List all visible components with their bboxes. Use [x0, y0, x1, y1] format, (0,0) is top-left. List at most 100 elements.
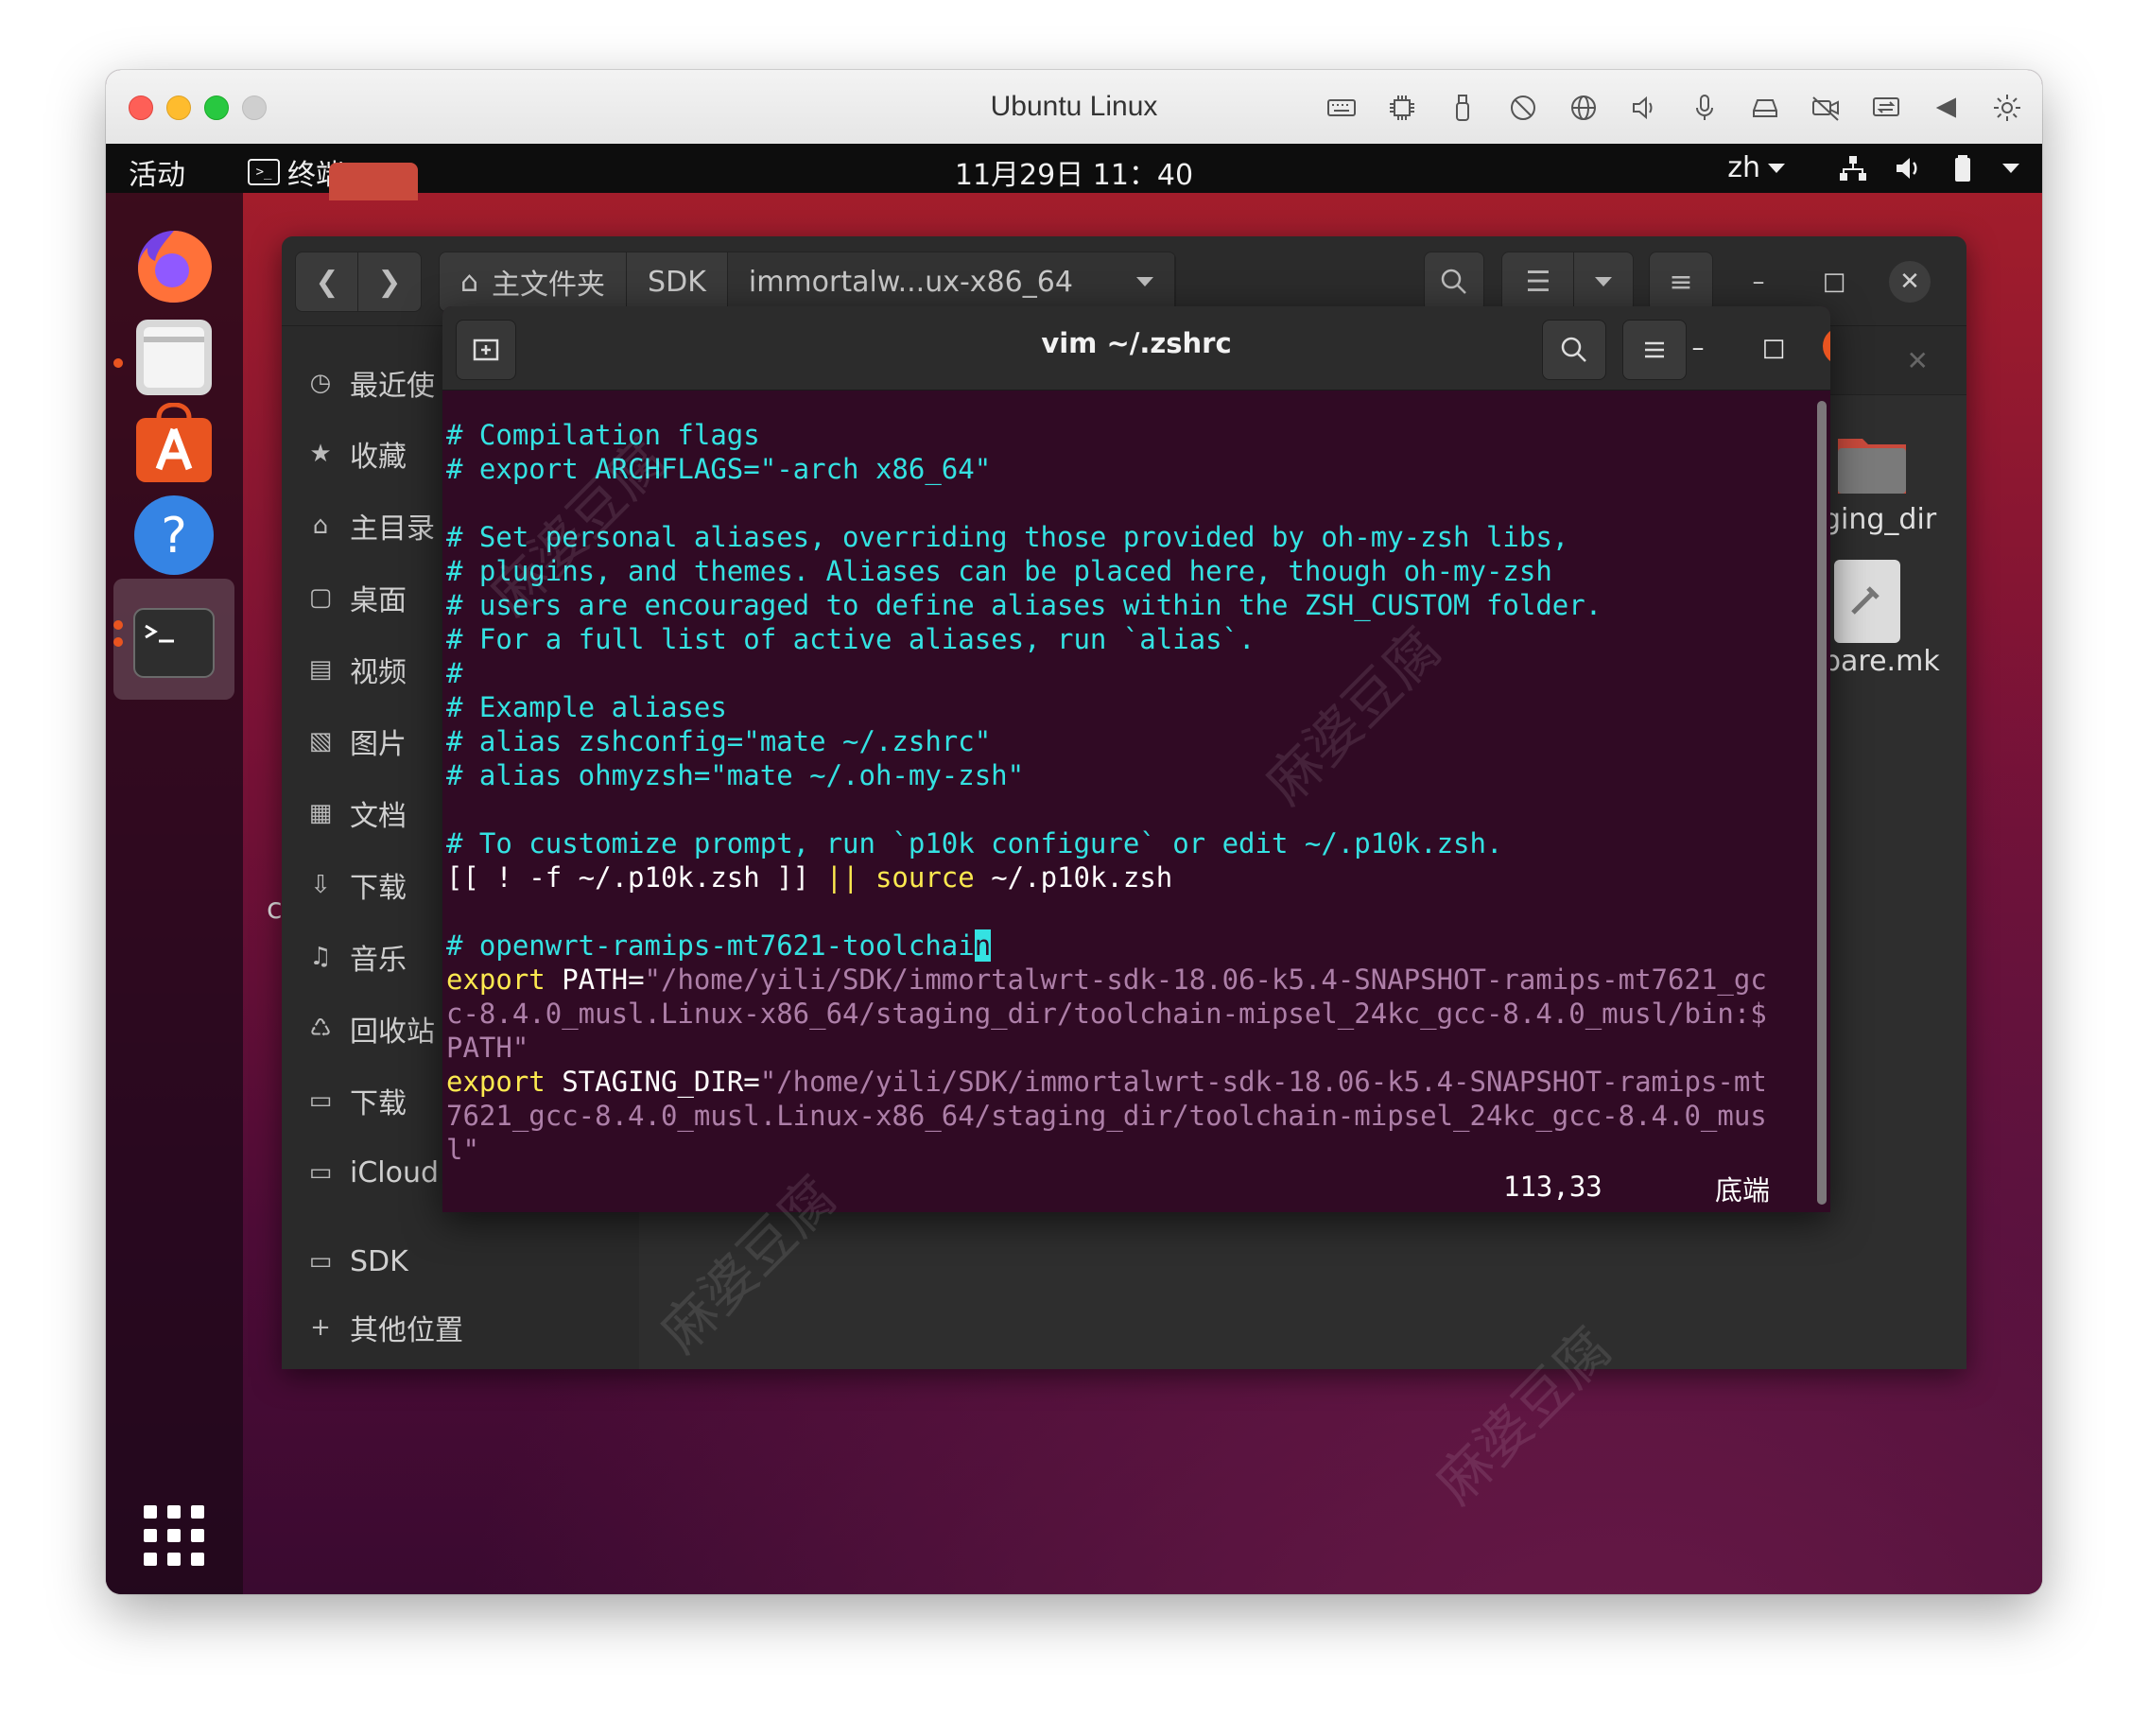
input-method-menu[interactable]: zh	[1727, 151, 1785, 184]
code-token: source	[875, 861, 975, 894]
code-token: "/home/yili/SDK/immortalwrt-sdk-18.06-k5…	[759, 1066, 1767, 1098]
code-token: #	[446, 657, 463, 689]
sidebar-item-label: SDK	[350, 1244, 408, 1278]
svg-text:?: ?	[161, 508, 187, 564]
show-apps-icon[interactable]	[144, 1505, 204, 1566]
back-button[interactable]: ❮	[295, 252, 359, 312]
back-arrow-icon[interactable]	[1925, 87, 1968, 129]
vim-line: export PATH="/home/yili/SDK/immortalwrt-…	[446, 963, 1830, 997]
terminal-search-button[interactable]	[1542, 320, 1606, 380]
desktop-folder-icon[interactable]	[329, 163, 418, 200]
volume-icon	[1897, 158, 1917, 179]
folder-icon[interactable]	[1834, 425, 1910, 501]
vim-line: # To customize prompt, run `p10k configu…	[446, 826, 1830, 860]
code-token: # Example aliases	[446, 691, 727, 723]
microphone-icon[interactable]	[1683, 87, 1726, 129]
code-token: ~/.p10k.zsh	[974, 861, 1173, 894]
files-icon[interactable]	[130, 314, 217, 401]
file-label[interactable]: pare.mk	[1823, 645, 1940, 678]
close-icon[interactable]: ✕	[1907, 345, 1929, 376]
keyboard-icon[interactable]	[1320, 87, 1363, 129]
network-globe-icon[interactable]	[1562, 87, 1605, 129]
system-tray[interactable]	[1838, 153, 2019, 183]
vim-line: # alias ohmyzsh="mate ~/.oh-my-zsh"	[446, 758, 1830, 792]
running-indicator	[113, 358, 123, 368]
code-token: # openwrt-ramips-mt7621-toolchai	[446, 929, 975, 962]
sidebar-item[interactable]: ★ 收藏	[306, 430, 407, 477]
files-maximize-button[interactable]: □	[1813, 261, 1855, 303]
sidebar-item[interactable]: ▢ 桌面	[306, 574, 407, 621]
code-token: PATH"	[446, 1032, 529, 1064]
code-token: PATH=	[545, 963, 645, 996]
sidebar-item[interactable]: ⇩ 下载	[306, 861, 407, 909]
sidebar-item-label: 最近使	[350, 370, 435, 403]
help-icon[interactable]: ?	[130, 492, 217, 579]
firefox-icon[interactable]	[130, 221, 217, 308]
code-token: export	[446, 963, 546, 996]
breadcrumb-sdk[interactable]: SDK	[627, 252, 728, 311]
terminal-minimize-button[interactable]: –	[1677, 327, 1719, 369]
scroll-position: 底端	[1715, 1174, 1771, 1207]
makefile-icon[interactable]	[1834, 560, 1900, 643]
breadcrumb-home[interactable]: ⌂ 主文件夹	[440, 252, 628, 311]
code-token: # export ARCHFLAGS="-arch x86_64"	[446, 453, 992, 485]
disabled-icon[interactable]	[1501, 87, 1545, 129]
sidebar-item[interactable]: ⌂ 主目录	[306, 502, 435, 549]
forward-button[interactable]: ❯	[357, 252, 422, 312]
view-options-button[interactable]	[1573, 252, 1634, 312]
sidebar-item[interactable]: ◷ 最近使	[306, 359, 435, 407]
cpu-icon[interactable]	[1380, 87, 1424, 129]
running-indicator	[113, 620, 123, 630]
terminal-maximize-button[interactable]: □	[1753, 327, 1794, 369]
sidebar-item[interactable]: ▭ 下载	[306, 1077, 407, 1124]
vm-titlebar: Ubuntu Linux	[106, 70, 2042, 145]
vim-line	[446, 894, 1830, 929]
code-token: # For a full list of active aliases, run…	[446, 623, 1256, 655]
files-search-button[interactable]	[1424, 252, 1484, 312]
sidebar-item-label: 主目录	[350, 512, 435, 546]
camera-off-icon[interactable]	[1804, 87, 1847, 129]
terminal-scrollbar[interactable]	[1817, 401, 1827, 1205]
settings-gear-icon[interactable]	[1985, 87, 2029, 129]
vim-line: # users are encouraged to define aliases…	[446, 588, 1830, 622]
chevron-down-icon	[1768, 163, 1785, 173]
vim-line: # Set personal aliases, overriding those…	[446, 520, 1830, 554]
code-token: STAGING_DIR=	[545, 1066, 760, 1098]
sidebar-item[interactable]: ▤ 视频	[306, 646, 407, 693]
display-share-icon[interactable]	[1864, 87, 1908, 129]
chevron-down-icon	[1595, 277, 1612, 286]
file-label[interactable]: ging_dir	[1823, 503, 1936, 536]
code-token: # Set personal aliases, overriding those…	[446, 521, 1569, 553]
battery-icon	[1955, 155, 1970, 182]
terminal-icon[interactable]	[130, 599, 217, 686]
vim-line: # plugins, and themes. Aliases can be pl…	[446, 554, 1830, 588]
speaker-icon[interactable]	[1622, 87, 1666, 129]
software-store-icon[interactable]	[130, 402, 217, 490]
breadcrumb-current[interactable]: immortalw...ux-x86_64	[727, 252, 1175, 311]
sidebar-item[interactable]: ▭ SDK	[306, 1238, 408, 1285]
folder-icon: ▭	[308, 1247, 333, 1276]
clock-icon: ◷	[309, 369, 332, 397]
sidebar-item[interactable]: ▧ 图片	[306, 718, 407, 765]
vim-buffer[interactable]: # Compilation flags # export ARCHFLAGS="-…	[442, 390, 1830, 1212]
vm-toolbar	[1320, 87, 2029, 129]
view-list-button[interactable]: ☰	[1501, 252, 1575, 312]
sidebar-item[interactable]: ♺ 回收站	[306, 1005, 435, 1052]
sidebar-item[interactable]: + 其他位置	[306, 1304, 463, 1351]
sidebar-item[interactable]: ▦ 文档	[306, 790, 407, 837]
drive-icon[interactable]	[1743, 87, 1787, 129]
files-close-button[interactable]: ✕	[1889, 261, 1931, 303]
trash-icon: ♺	[309, 1015, 332, 1043]
vim-line	[446, 486, 1830, 520]
files-menu-button[interactable]: ≡	[1649, 252, 1713, 312]
search-icon	[1441, 269, 1466, 294]
sidebar-item[interactable]: ▭ iCloud	[306, 1149, 439, 1196]
sidebar-item-label: 图片	[350, 728, 407, 761]
usb-icon[interactable]	[1441, 87, 1484, 129]
cursor-position: 113,33	[1503, 1171, 1602, 1203]
files-minimize-button[interactable]: –	[1738, 261, 1779, 303]
sidebar-item[interactable]: ♫ 音乐	[306, 933, 407, 981]
code-token: [[ ! -f ~/.p10k.zsh ]]	[446, 861, 826, 894]
breadcrumb-label: immortalw...ux-x86_64	[748, 265, 1073, 299]
